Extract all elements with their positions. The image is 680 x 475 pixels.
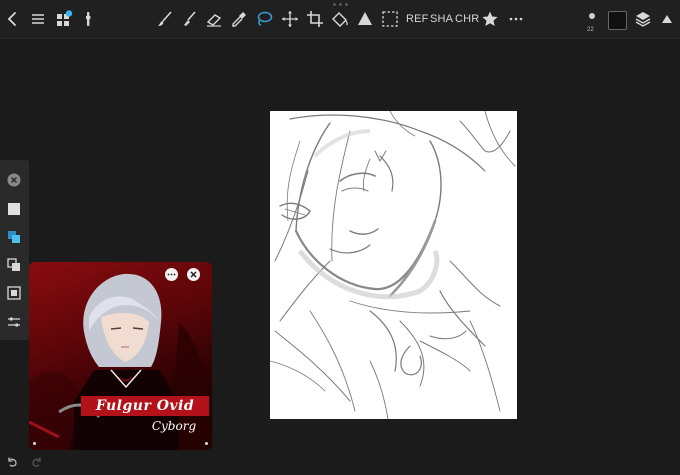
- sliders-icon[interactable]: [6, 314, 22, 330]
- back-icon[interactable]: [3, 9, 23, 29]
- sketch-artwork: [270, 111, 516, 419]
- copy-icon[interactable]: [6, 257, 22, 273]
- square-icon[interactable]: [6, 201, 22, 217]
- reference-options-button[interactable]: [165, 268, 178, 281]
- shape-icon[interactable]: [355, 9, 375, 29]
- redo-icon[interactable]: [30, 455, 44, 469]
- brush-icon[interactable]: [155, 9, 175, 29]
- ref-button[interactable]: REF: [406, 13, 429, 25]
- close-icon[interactable]: [6, 172, 22, 188]
- resize-handle-right[interactable]: [205, 442, 208, 445]
- color-swatch[interactable]: [608, 11, 627, 30]
- reference-subtitle: Cyborg: [151, 419, 197, 433]
- adjustments-icon[interactable]: [78, 9, 98, 29]
- top-toolbar: REF SHA CHR 22: [0, 0, 680, 39]
- more-icon[interactable]: [506, 9, 526, 29]
- resize-handle-left[interactable]: [33, 442, 36, 445]
- brush-size-indicator[interactable]: [589, 13, 595, 19]
- collapse-arrow-icon[interactable]: [657, 9, 677, 29]
- reference-title: Fulgur Ovid: [81, 396, 209, 416]
- brush-size-value: 22: [587, 27, 594, 33]
- eraser-icon[interactable]: [204, 9, 224, 29]
- crop-icon[interactable]: [305, 9, 325, 29]
- reference-window[interactable]: Fulgur Ovid Cyborg: [29, 262, 212, 450]
- reference-close-button[interactable]: [187, 268, 200, 281]
- layers-icon[interactable]: [633, 9, 653, 29]
- merge-icon[interactable]: [6, 285, 22, 301]
- sha-button[interactable]: SHA: [430, 13, 453, 25]
- eyedropper-icon[interactable]: [229, 9, 249, 29]
- undo-icon[interactable]: [5, 455, 19, 469]
- drawing-canvas[interactable]: [270, 111, 517, 419]
- gallery-icon[interactable]: [54, 9, 74, 29]
- toolbar-handle[interactable]: [333, 3, 348, 6]
- move-icon[interactable]: [280, 9, 300, 29]
- chr-button[interactable]: CHR: [455, 13, 479, 25]
- star-icon[interactable]: [480, 9, 500, 29]
- left-sidebar: [0, 160, 29, 340]
- fill-icon[interactable]: [330, 9, 350, 29]
- lasso-icon[interactable]: [254, 9, 274, 29]
- smudge-icon[interactable]: [179, 9, 199, 29]
- app-window: REF SHA CHR 22 Fulgur Ovid Cyborg: [0, 0, 680, 475]
- selection-icon[interactable]: [380, 9, 400, 29]
- menu-icon[interactable]: [28, 9, 48, 29]
- layers-blue-icon[interactable]: [6, 229, 22, 245]
